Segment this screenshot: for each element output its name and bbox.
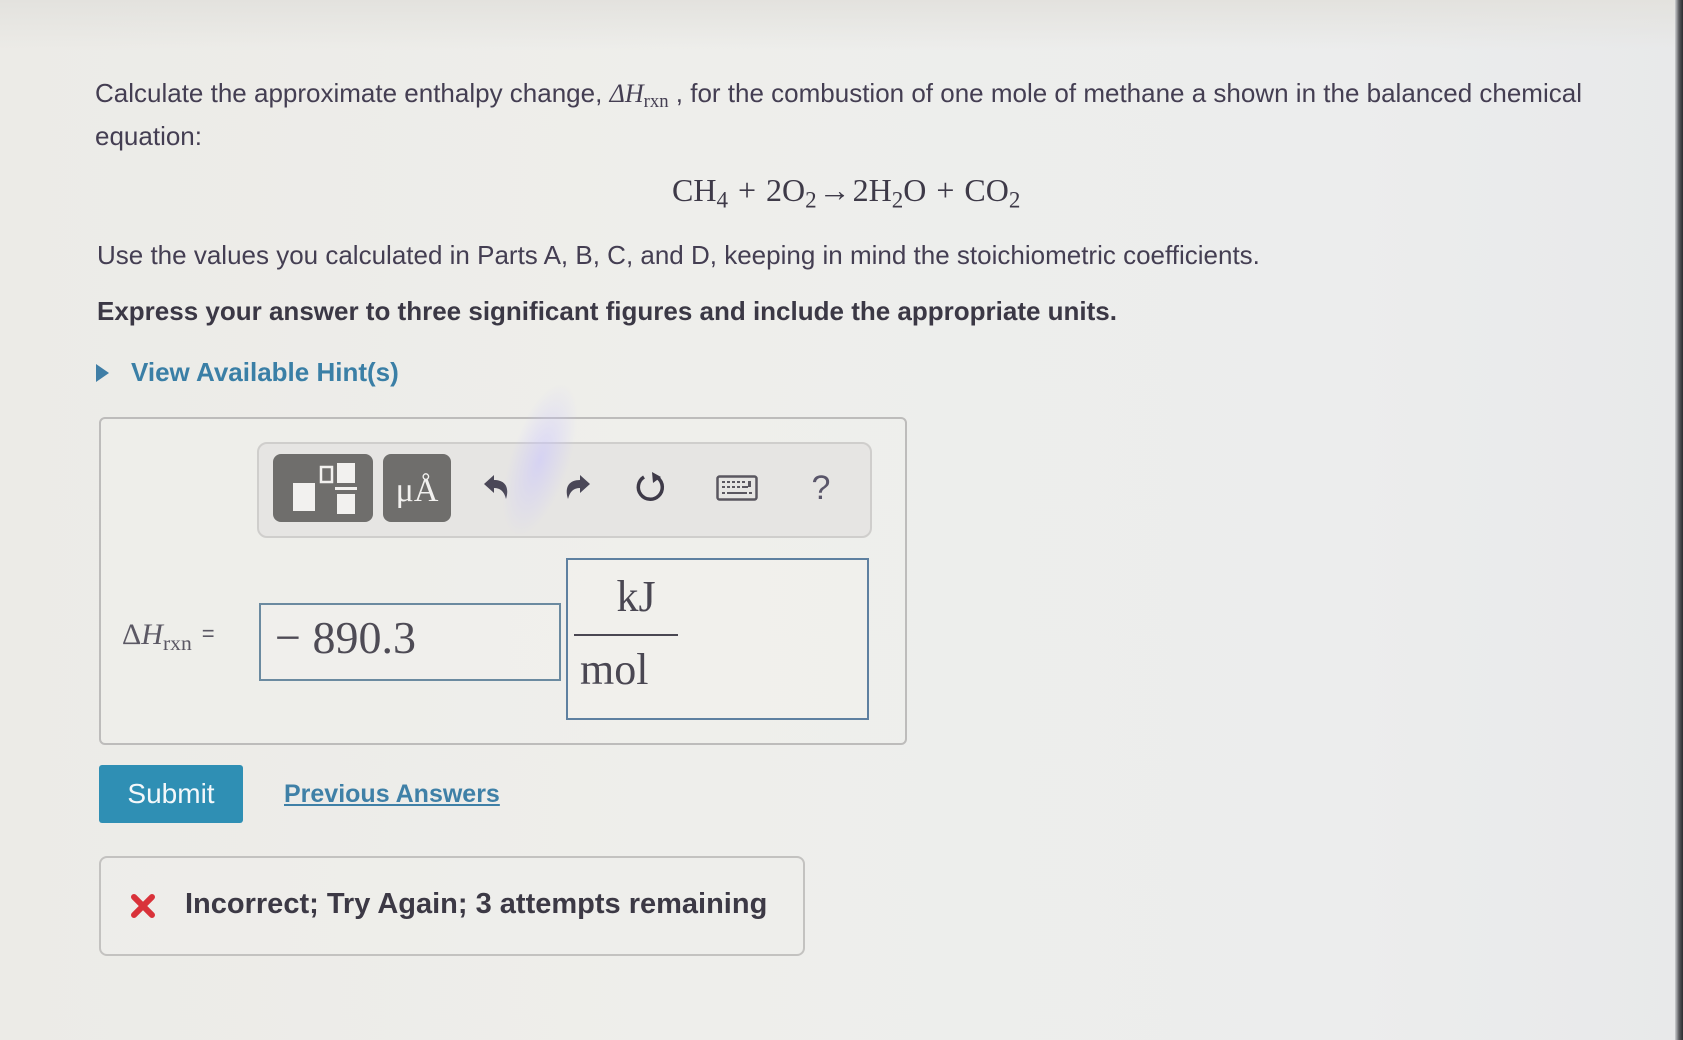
prompt-text-start: Calculate the approximate enthalpy chang… <box>95 78 610 108</box>
math-toolbar: μÅ ? <box>257 442 872 538</box>
feedback-message: Incorrect; Try Again; 3 attempts remaini… <box>185 887 768 920</box>
redo-button[interactable] <box>551 462 603 514</box>
units-button[interactable]: μÅ <box>383 454 451 522</box>
units-icon: μÅ <box>395 472 439 509</box>
undo-icon <box>484 475 508 499</box>
unit-numerator: kJ <box>616 572 656 621</box>
answer-label: ΔΔHHrxn= <box>122 618 215 656</box>
answer-units-input[interactable]: kJ mol <box>566 558 869 720</box>
triangle-right-icon <box>96 363 109 382</box>
help-icon: ? <box>811 468 831 507</box>
previous-answers-link[interactable]: Previous Answers <box>284 780 500 809</box>
answer-value-input[interactable]: − 890.3 <box>259 603 561 681</box>
keyboard-icon <box>716 475 758 501</box>
unit-fraction: kJ mol <box>574 566 678 704</box>
view-hints-toggle[interactable]: View Available Hint(s) <box>96 357 399 388</box>
templates-button[interactable] <box>273 454 373 522</box>
reset-button[interactable] <box>625 462 677 514</box>
fraction-bar <box>574 634 678 636</box>
submit-button[interactable]: Submit <box>99 765 243 823</box>
question-prompt: Calculate the approximate enthalpy chang… <box>95 76 1615 153</box>
instruction-text: Use the values you calculated in Parts A… <box>97 240 1260 270</box>
chemical-equation: CH4 +2O2→2H2O + CO2 <box>672 172 1021 213</box>
undo-button[interactable] <box>471 462 523 514</box>
delta-h-symbol: ΔHrxn <box>609 79 669 113</box>
help-button[interactable]: ? <box>795 462 847 514</box>
view-hints-label: View Available Hint(s) <box>131 357 399 387</box>
top-shade <box>0 0 1683 50</box>
unit-denominator: mol <box>580 645 649 694</box>
x-icon <box>131 894 155 918</box>
templates-icon <box>293 463 357 514</box>
screen-edge <box>1675 0 1683 1040</box>
feedback-box: Incorrect; Try Again; 3 attempts remaini… <box>99 856 805 956</box>
format-instruction: Express your answer to three significant… <box>97 296 1117 326</box>
redo-icon <box>566 475 590 499</box>
keyboard-button[interactable] <box>707 462 767 514</box>
reset-icon <box>636 472 665 501</box>
